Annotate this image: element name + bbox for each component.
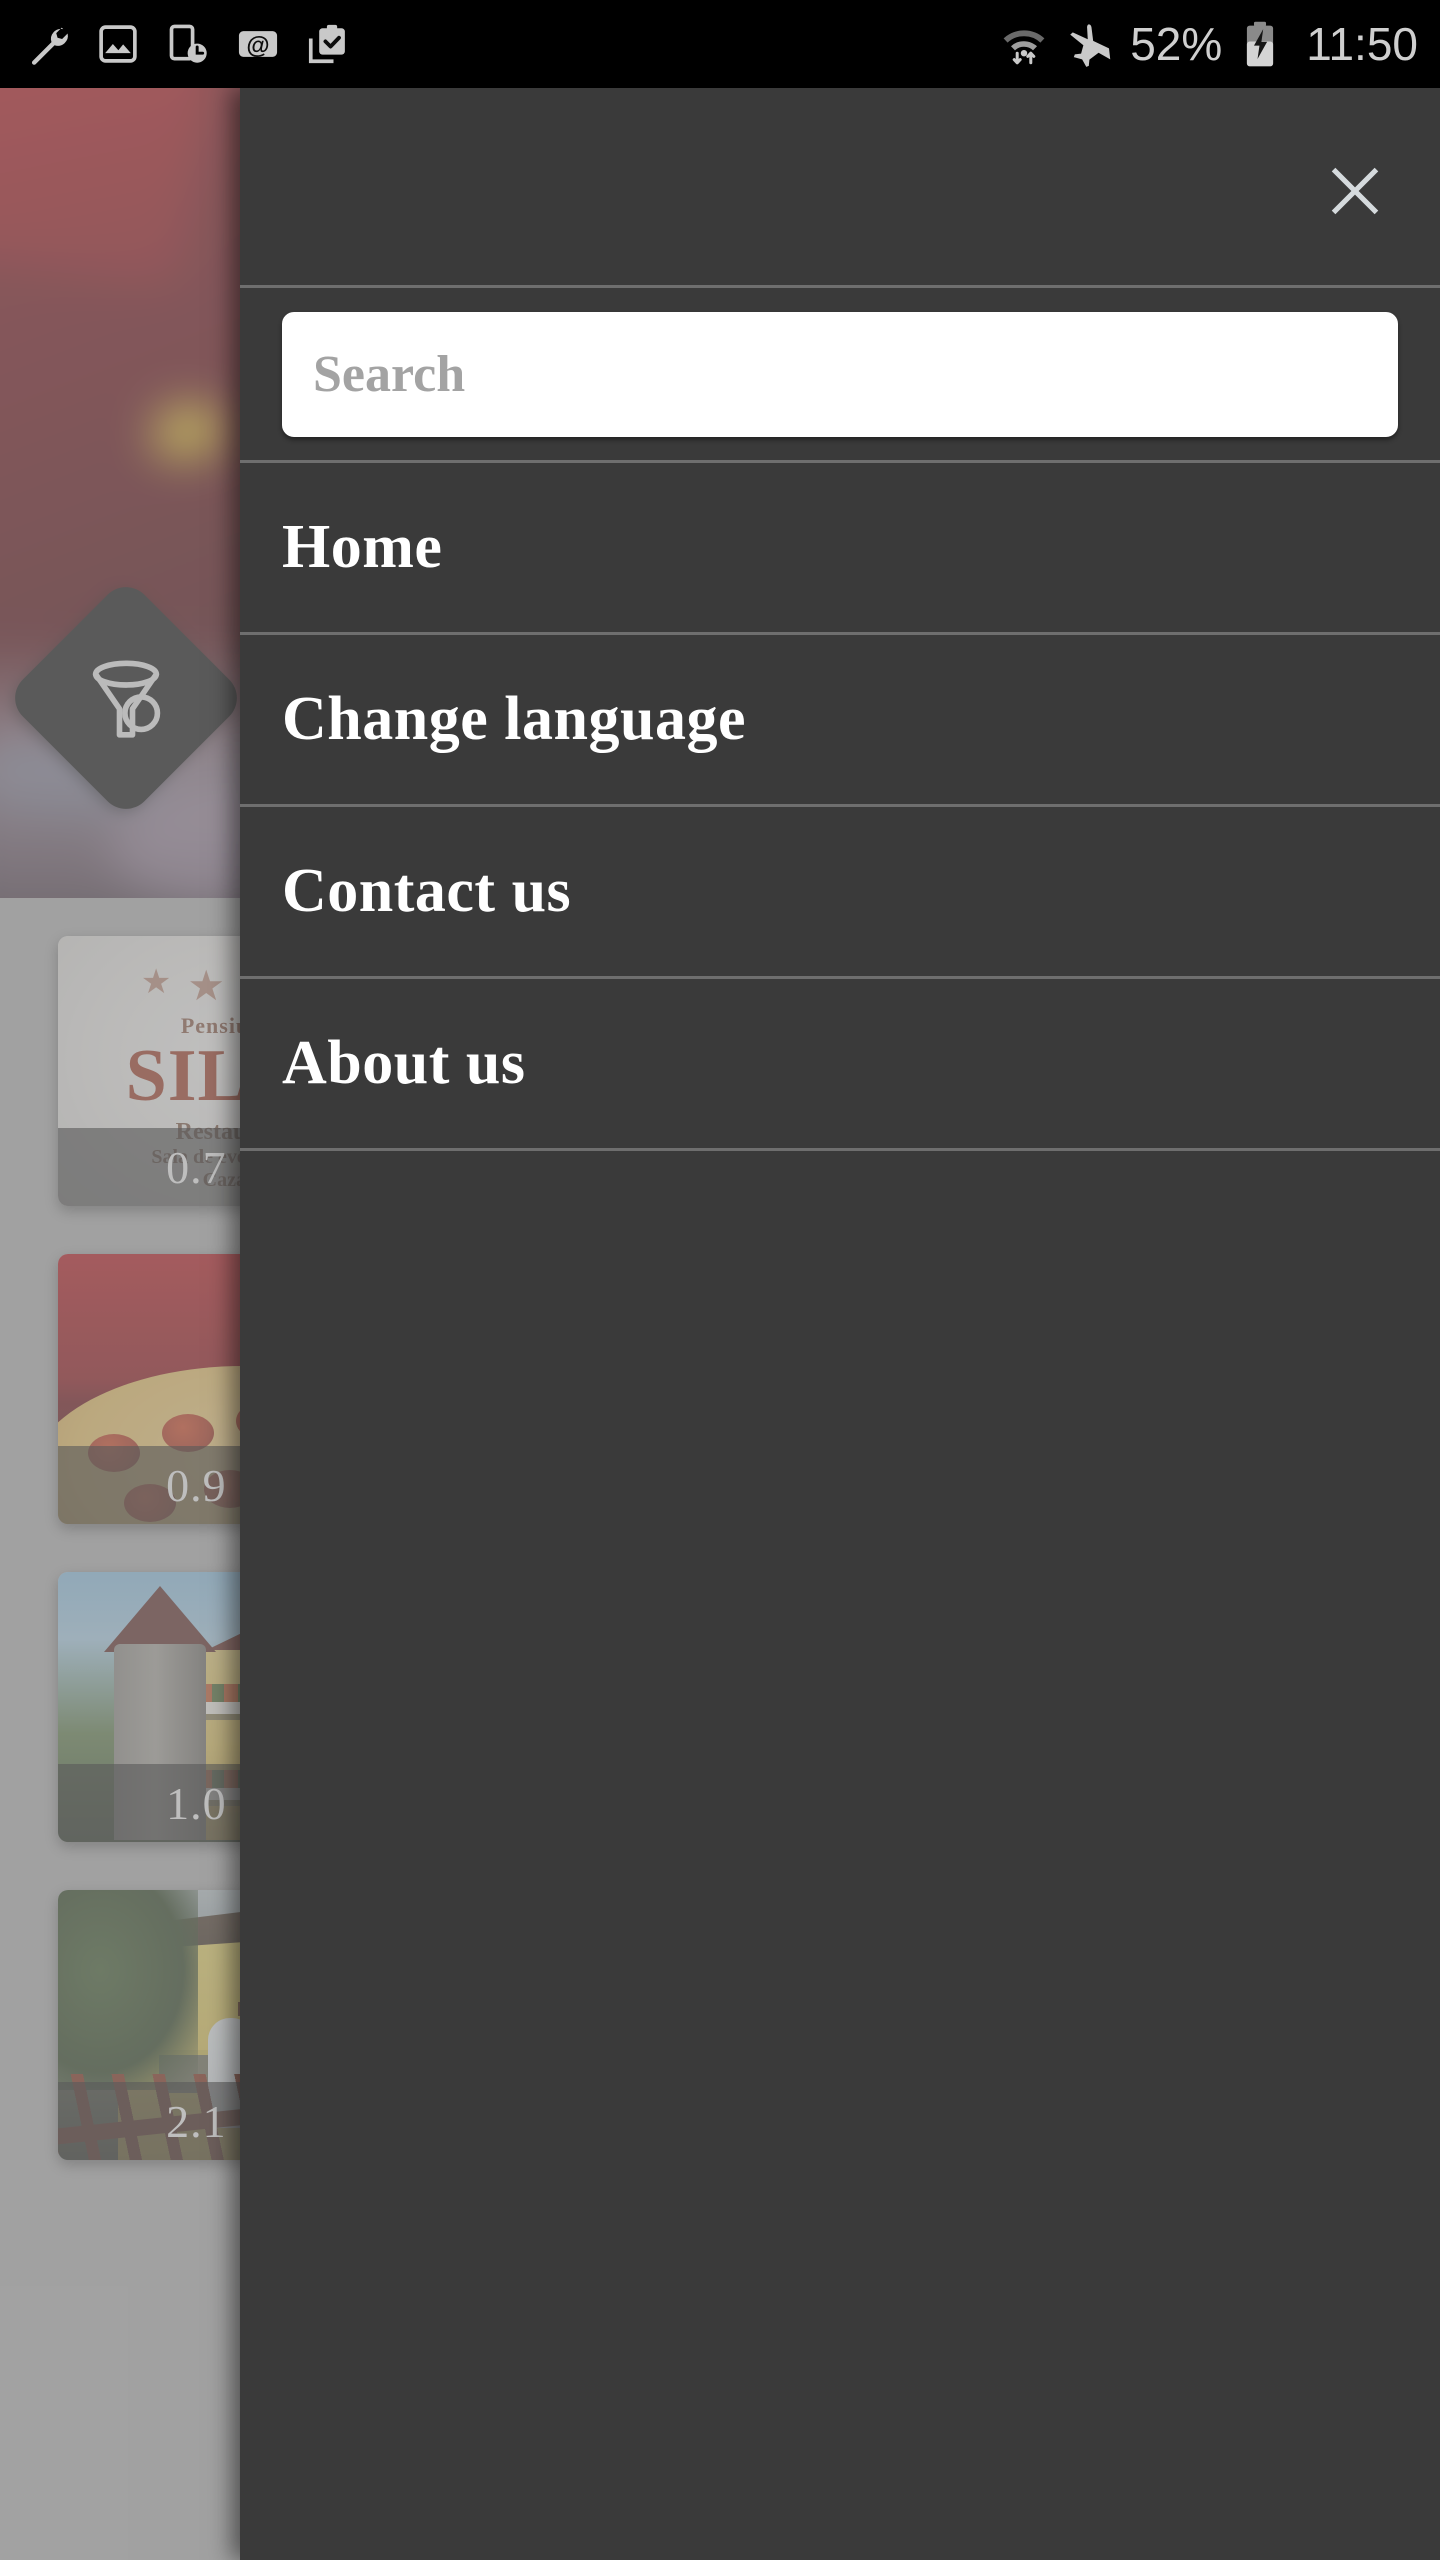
status-bar: @ 52% 11:50 [0,0,1440,88]
drawer-item-change-language[interactable]: Change language [240,635,1440,807]
search-input[interactable] [282,311,1398,437]
device-clock-icon [166,22,210,66]
clipboard-check-icon [306,22,350,66]
drawer-close-button[interactable] [1300,136,1410,246]
wifi-icon [1000,20,1048,68]
status-clock: 11:50 [1306,18,1418,70]
drawer-item-label: Change language [282,685,746,753]
drawer-item-about-us[interactable]: About us [240,979,1440,1151]
image-icon [96,22,140,66]
drawer-item-label: Contact us [282,857,572,925]
navigation-drawer: Home Change language Contact us About us [240,88,1440,2560]
phone-screen: ★ ★ ★ ★ Pensiunea SILVA Restaurant Sala … [0,0,1440,2560]
airplane-mode-icon [1064,19,1114,69]
battery-charging-icon [1240,21,1280,67]
status-bar-system-icons: 52% 11:50 [1000,19,1418,69]
drawer-search-row [240,288,1440,463]
drawer-item-home[interactable]: Home [240,463,1440,635]
svg-text:@: @ [246,33,269,60]
status-bar-notification-icons: @ [26,22,350,66]
close-x-icon [1331,167,1379,215]
drawer-item-contact-us[interactable]: Contact us [240,807,1440,979]
drawer-item-label: About us [282,1029,526,1097]
wrench-icon [26,22,70,66]
battery-percent-label: 52% [1130,18,1223,70]
drawer-item-label: Home [282,513,443,581]
drawer-header [240,88,1440,288]
email-at-icon: @ [236,22,280,66]
